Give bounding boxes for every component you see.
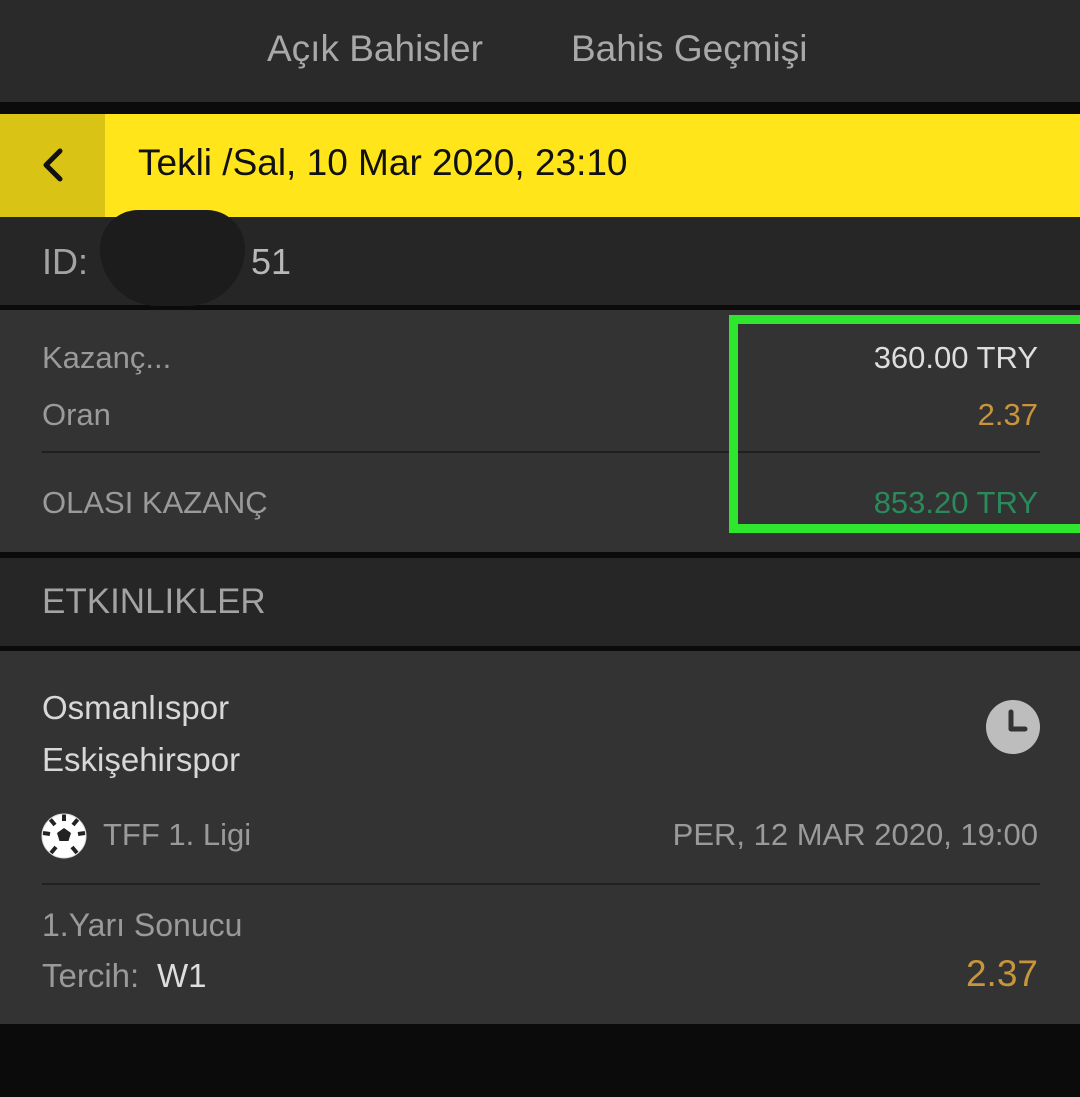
pick-label: Tercih: — [42, 957, 140, 994]
pick-odds: 2.37 — [965, 953, 1038, 994]
league-name: TFF 1. Ligi — [103, 817, 252, 852]
stake-value: 360.00 TRY — [873, 340, 1038, 375]
potential-win-value: 853.20 TRY — [873, 485, 1038, 520]
events-title: ETKINLIKLER — [42, 582, 266, 621]
potential-win-label: OLASI KAZANÇ — [42, 485, 268, 520]
clock-icon[interactable] — [985, 699, 1041, 755]
event-card: Osmanlıspor Eskişehirspor TFF 1. Ligi PE… — [0, 651, 1080, 1024]
event-date: PER, 12 MAR 2020, 19:00 — [672, 817, 1038, 852]
tab-open-bets[interactable]: Açık Bahisler — [267, 28, 483, 70]
odds-value: 2.37 — [977, 397, 1038, 432]
chevron-left-icon — [43, 148, 63, 182]
odds-label: Oran — [42, 397, 111, 432]
bet-id-label: ID: — [42, 241, 89, 282]
summary-divider — [42, 451, 1040, 453]
bet-type-date-title: Tekli /Sal, 10 Mar 2020, 23:10 — [138, 142, 628, 183]
event-divider — [42, 883, 1040, 885]
home-team: Osmanlıspor — [42, 689, 230, 726]
bet-header: Tekli /Sal, 10 Mar 2020, 23:10 — [0, 114, 1080, 217]
bet-tabs: Açık Bahisler Bahis Geçmişi — [0, 0, 1080, 102]
events-section-header: ETKINLIKLER — [0, 558, 1080, 646]
bet-detail-page: Açık Bahisler Bahis Geçmişi Tekli /Sal, … — [0, 0, 1080, 1097]
pick-value: W1 — [157, 957, 207, 994]
back-button[interactable] — [0, 114, 105, 217]
market-name: 1.Yarı Sonucu — [42, 907, 243, 943]
redaction-mark — [100, 210, 245, 306]
away-team: Eskişehirspor — [42, 741, 241, 778]
bet-id-visible-digits: 51 — [251, 241, 292, 282]
stake-label: Kazanç... — [42, 340, 172, 375]
tab-bet-history[interactable]: Bahis Geçmişi — [571, 28, 807, 70]
soccer-ball-icon — [41, 813, 87, 859]
bet-summary: Kazanç... 360.00 TRY Oran 2.37 OLASI KAZ… — [0, 310, 1080, 552]
